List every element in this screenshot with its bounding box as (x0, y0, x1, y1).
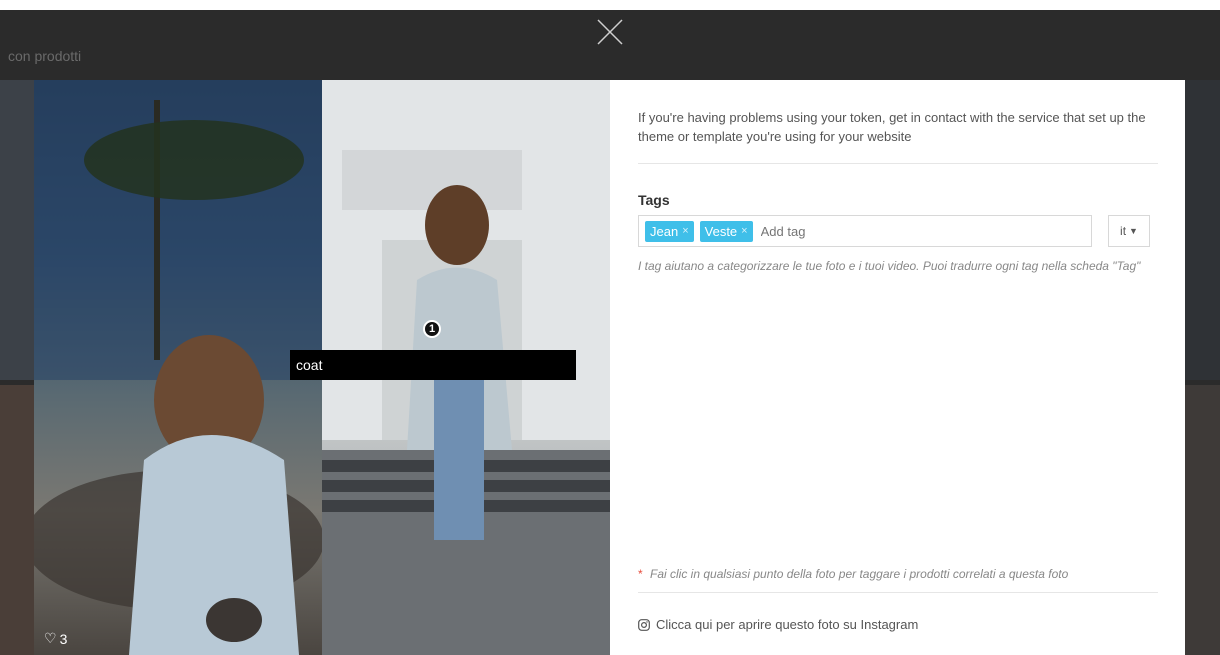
tag-chip: Jean × (645, 220, 694, 242)
caret-down-icon: ▼ (1129, 226, 1138, 236)
divider (638, 592, 1158, 593)
background-thumbnail (0, 80, 34, 380)
remove-tag-icon[interactable]: × (741, 225, 747, 237)
background-page-title: con prodotti (8, 48, 82, 64)
open-on-instagram-link[interactable]: Clicca qui per aprire questo foto su Ins… (638, 617, 918, 632)
background-thumbnail (0, 385, 34, 655)
tags-help-text: I tag aiutano a categorizzare le tue fot… (638, 259, 1141, 273)
tag-chip: Veste × (699, 220, 753, 242)
tag-chip-label: Veste (704, 223, 738, 239)
background-thumbnail (1185, 385, 1220, 655)
likes-counter: ♡ 3 (44, 630, 67, 647)
likes-count: 3 (59, 630, 68, 647)
tag-marker[interactable]: 1 (423, 320, 441, 338)
photo-details-panel: If you're having problems using your tok… (610, 80, 1185, 655)
add-tag-input[interactable] (758, 222, 913, 240)
language-select[interactable]: it ▼ (1108, 215, 1150, 247)
tagging-hint: * Fai clic in qualsiasi punto della foto… (638, 567, 1068, 581)
photo-left-illustration (34, 80, 324, 655)
required-star: * (638, 567, 643, 581)
photo-left-half (34, 80, 324, 655)
remove-tag-icon[interactable]: × (682, 225, 688, 237)
close-icon[interactable] (596, 18, 624, 46)
heart-icon: ♡ (44, 630, 57, 646)
background-thumbnail (1185, 80, 1220, 380)
tagging-hint-text: Fai clic in qualsiasi punto della foto p… (650, 567, 1069, 581)
language-value: it (1120, 224, 1127, 238)
tags-field[interactable]: Jean × Veste × (638, 215, 1092, 247)
tags-label: Tags (638, 192, 670, 208)
divider (638, 163, 1158, 164)
token-notice: If you're having problems using your tok… (638, 110, 1146, 144)
product-tag-input[interactable] (290, 350, 576, 380)
instagram-icon (638, 618, 650, 631)
open-on-instagram-label: Clicca qui per aprire questo foto su Ins… (656, 617, 919, 632)
tag-chip-label: Jean (650, 223, 679, 239)
